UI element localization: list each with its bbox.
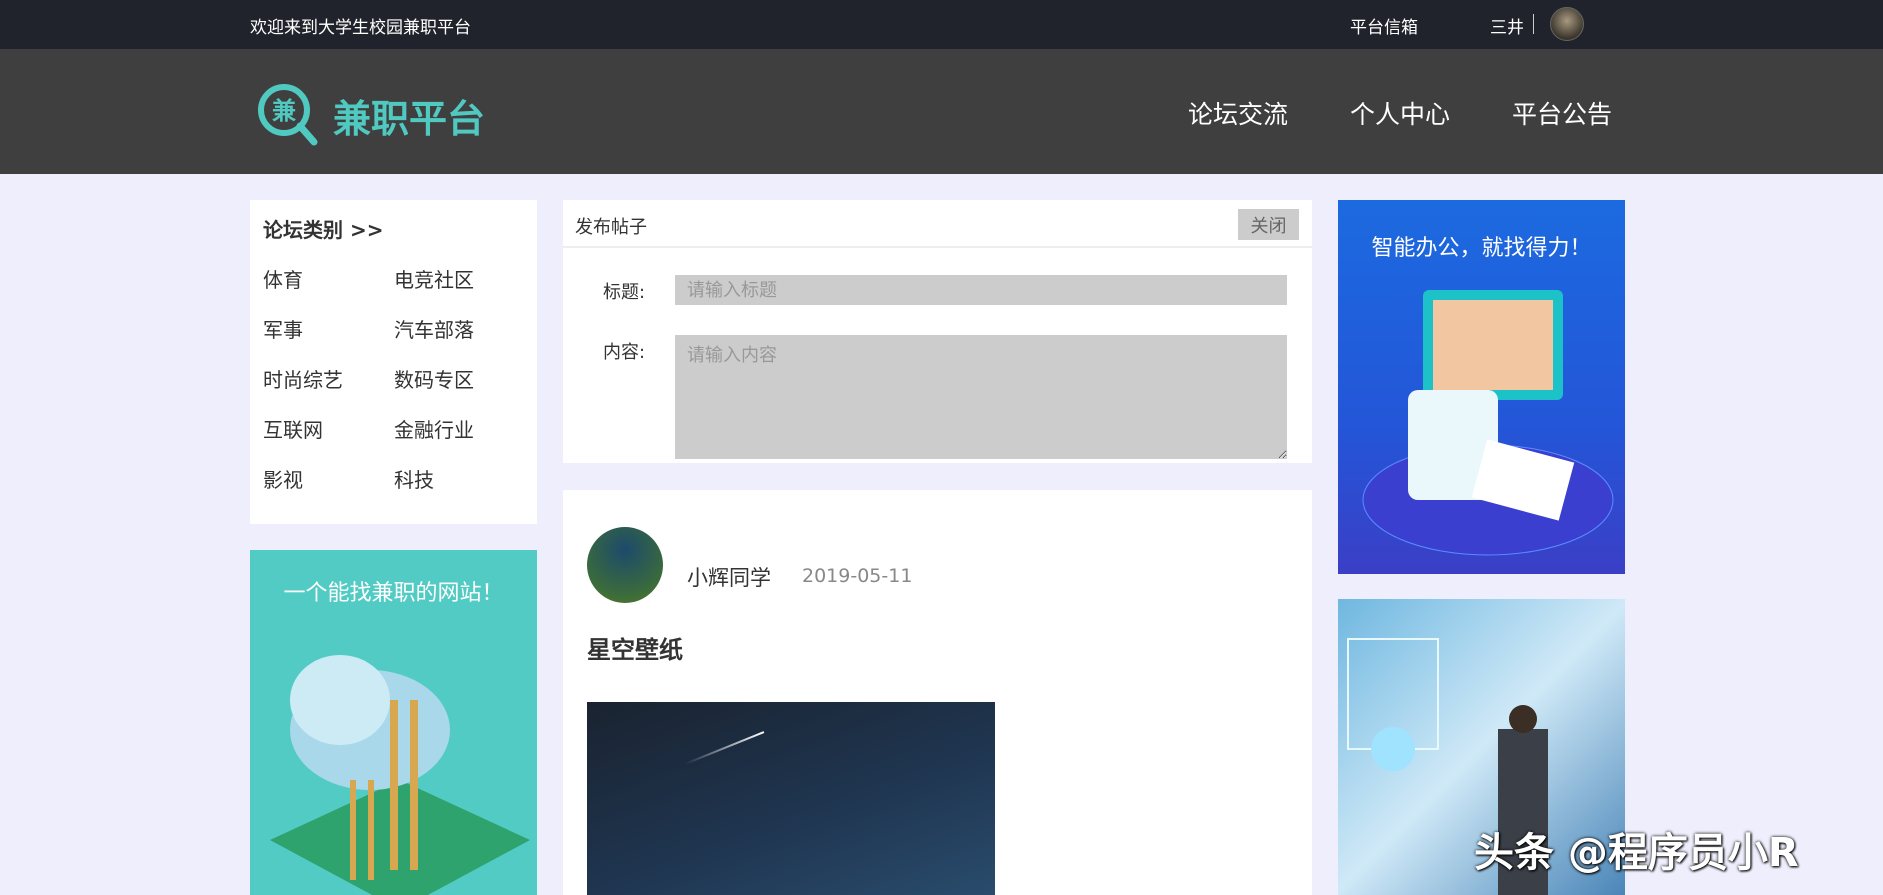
category-item[interactable]: 汽车部落 xyxy=(394,314,474,343)
author-avatar[interactable] xyxy=(587,527,663,603)
divider xyxy=(1533,14,1534,34)
username-link[interactable]: 三井 xyxy=(1490,13,1524,38)
category-item[interactable]: 科技 xyxy=(394,464,434,493)
title-input[interactable] xyxy=(675,275,1287,305)
logo-text[interactable]: 兼职平台 xyxy=(333,88,485,143)
title-label: 标题: xyxy=(603,282,646,303)
welcome-text: 欢迎来到大学生校园兼职平台 xyxy=(250,18,471,38)
right-ad-banner-1[interactable]: 智能办公，就找得力！ xyxy=(1338,200,1625,574)
post-date: 2019-05-11 xyxy=(802,565,913,587)
category-item[interactable]: 时尚综艺 xyxy=(263,364,343,393)
watermark: 头条 @程序员小R xyxy=(1474,830,1799,876)
meteor-streak xyxy=(684,731,765,765)
left-ad-banner[interactable]: 一个能找兼职的网站！ xyxy=(250,550,537,895)
office-illustration xyxy=(1362,290,1614,556)
nav-forum[interactable]: 论坛交流 xyxy=(1188,95,1288,131)
logo-glyph: 兼 xyxy=(272,97,296,125)
post-title[interactable]: 星空壁纸 xyxy=(587,630,683,665)
close-button[interactable]: 关闭 xyxy=(1238,209,1299,240)
category-item[interactable]: 互联网 xyxy=(263,414,323,443)
content-label: 内容: xyxy=(603,342,646,363)
left-ad-text: 一个能找兼职的网站！ xyxy=(283,581,504,606)
category-item[interactable]: 军事 xyxy=(263,314,303,343)
publish-post-panel: 发布帖子 关闭 标题: 内容: xyxy=(563,200,1312,463)
publish-header: 发布帖子 关闭 xyxy=(563,200,1312,248)
category-item[interactable]: 电竞社区 xyxy=(394,264,474,293)
post-image[interactable] xyxy=(587,702,995,895)
right-ad-text: 智能办公，就找得力！ xyxy=(1371,236,1592,261)
category-item[interactable]: 数码专区 xyxy=(394,364,474,393)
category-item[interactable]: 体育 xyxy=(263,264,303,293)
post-card: 小辉同学 2019-05-11 星空壁纸 xyxy=(563,490,1312,895)
category-item[interactable]: 影视 xyxy=(263,464,303,493)
content-textarea[interactable] xyxy=(675,335,1287,459)
category-item[interactable]: 金融行业 xyxy=(394,414,474,443)
mailbox-link[interactable]: 平台信箱 xyxy=(1350,13,1418,38)
cloud-ladder-illustration xyxy=(270,655,530,895)
nav-announcements[interactable]: 平台公告 xyxy=(1512,95,1612,131)
publish-title: 发布帖子 xyxy=(575,217,647,238)
category-panel: 论坛类别 >> 体育 电竞社区 军事 汽车部落 时尚综艺 数码专区 互联网 金融… xyxy=(250,200,537,524)
nav-personal-center[interactable]: 个人中心 xyxy=(1350,95,1450,131)
user-avatar[interactable] xyxy=(1550,7,1584,41)
post-author[interactable]: 小辉同学 xyxy=(687,562,771,592)
logo-magnifier-icon[interactable]: 兼 xyxy=(256,82,320,146)
top-bar: 欢迎来到大学生校园兼职平台 平台信箱 三井 xyxy=(0,0,1883,49)
category-title: 论坛类别 >> xyxy=(263,218,384,242)
